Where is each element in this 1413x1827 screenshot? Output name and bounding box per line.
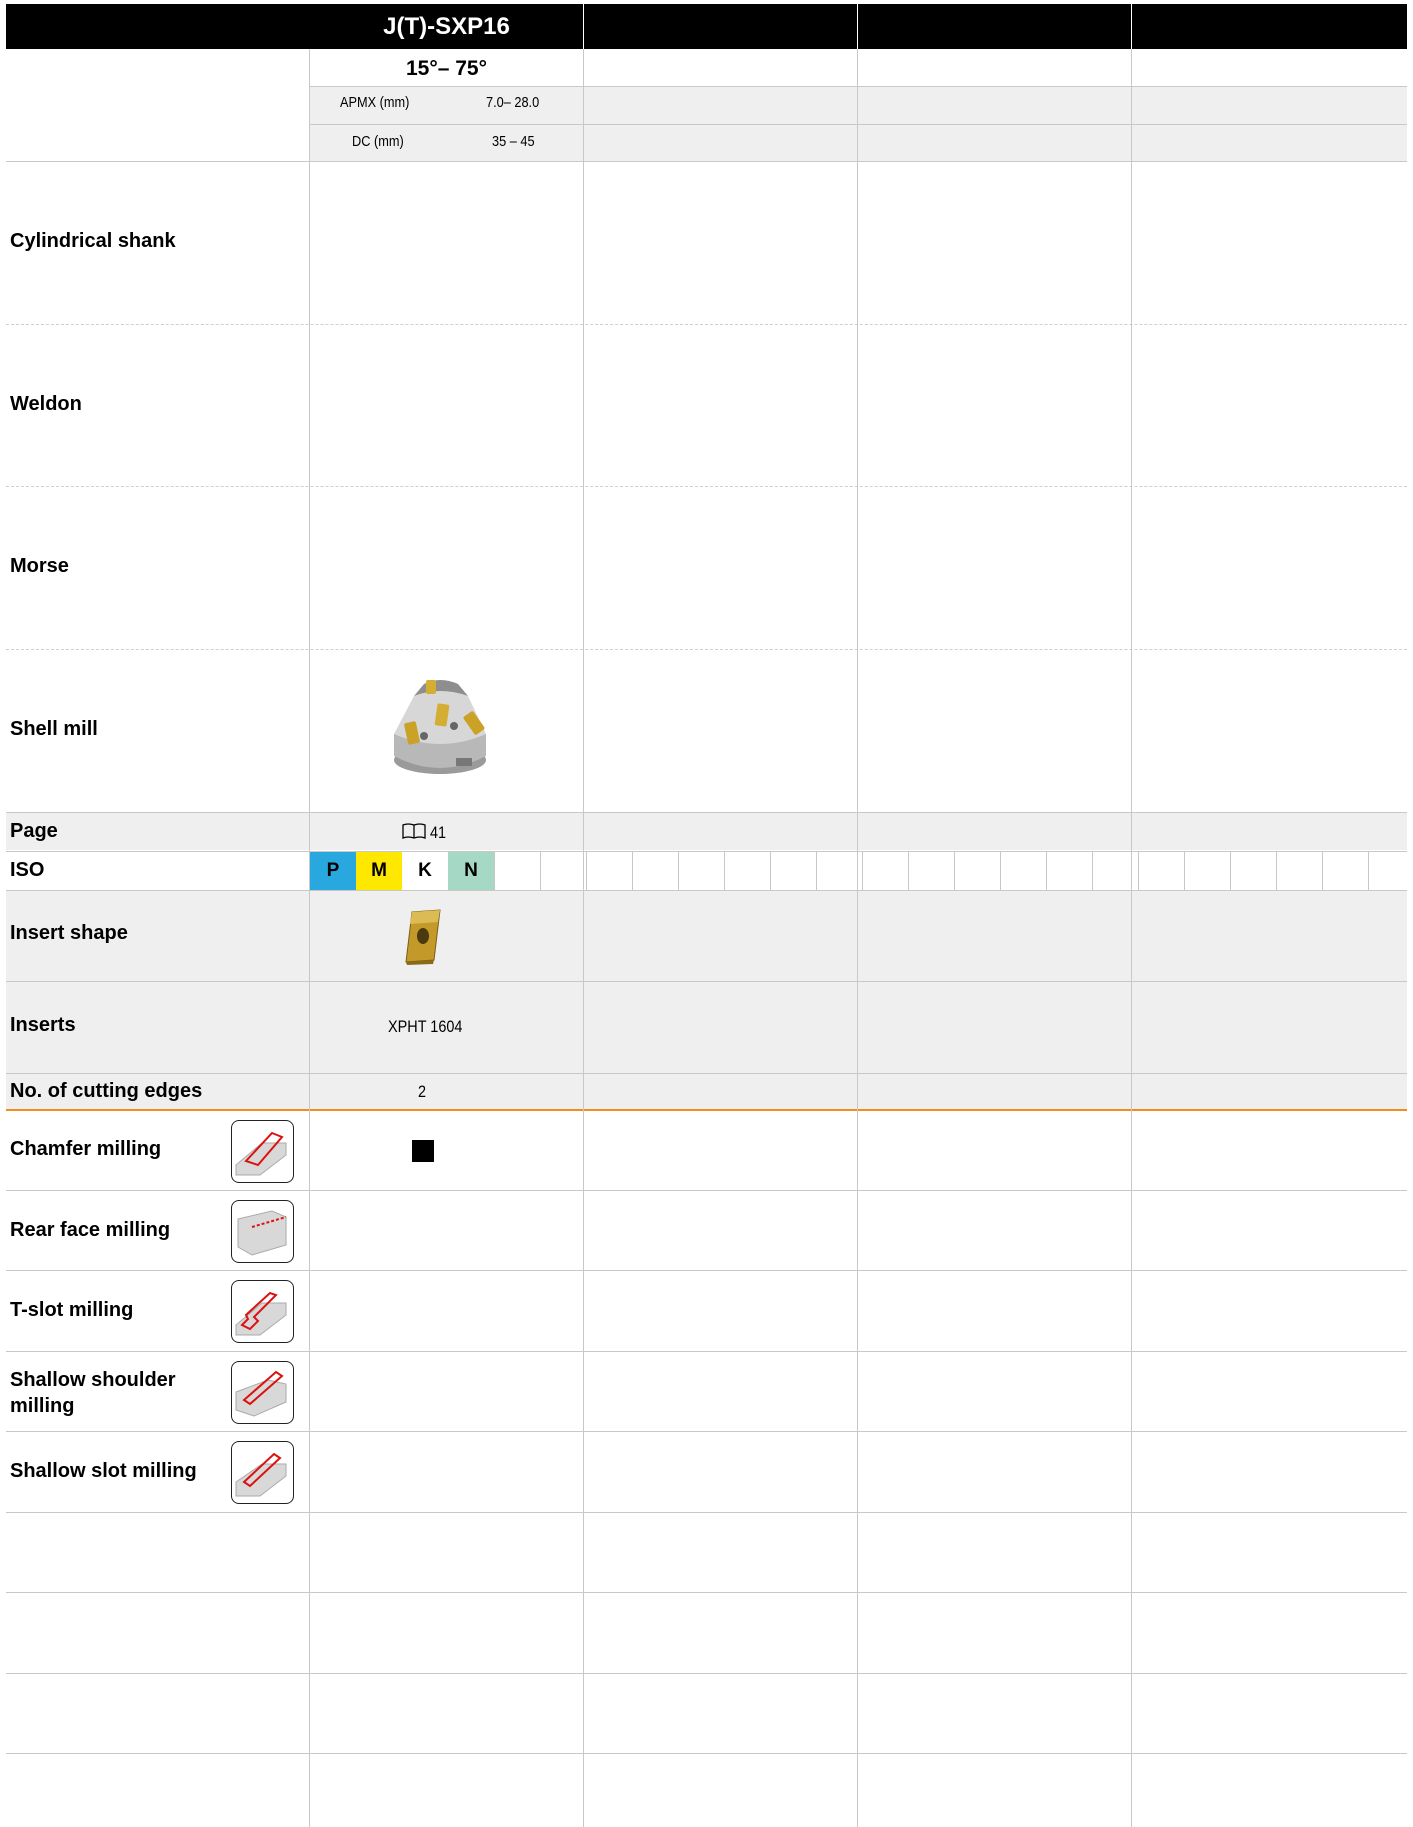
iso-grid-divider	[586, 852, 587, 890]
insert-shape-label: Insert shape	[10, 922, 128, 944]
iso-grid-divider	[724, 852, 725, 890]
operation-label-t-slot-milling: T-slot milling	[10, 1299, 134, 1321]
chamfer-milling-icon	[231, 1120, 294, 1183]
operation-label-chamfer-milling: Chamfer milling	[10, 1138, 162, 1160]
shell-mill-cutter-image	[380, 668, 510, 783]
shallow-shoulder-milling-icon	[231, 1361, 294, 1424]
iso-grid-divider	[1184, 852, 1185, 890]
insert-image	[400, 906, 446, 966]
header-bar	[6, 4, 1407, 49]
iso-grid-divider	[1276, 852, 1277, 890]
holder-label-cylindrical-shank: Cylindrical shank	[10, 230, 176, 252]
iso-grid-divider	[1322, 852, 1323, 890]
iso-grid-divider	[1138, 852, 1139, 890]
cutting-edges-label: No. of cutting edges	[10, 1080, 203, 1102]
operation-label-shallow-slot-milling: Shallow slot milling	[10, 1460, 197, 1482]
iso-grid-divider	[632, 852, 633, 890]
page-row-label: Page	[10, 820, 58, 842]
book-icon	[402, 822, 426, 840]
iso-grid-divider	[862, 852, 863, 890]
cutting-edges-value: 2	[418, 1082, 427, 1101]
holder-label-morse: Morse	[10, 555, 69, 577]
insert-designation: XPHT 1604	[388, 1017, 463, 1036]
inserts-label: Inserts	[10, 1014, 76, 1036]
operation-label-rear-face-milling: Rear face milling	[10, 1219, 171, 1241]
operation-label-shallow-shoulder-milling: Shallow shoulder milling	[10, 1369, 176, 1417]
iso-grid-divider	[540, 852, 541, 890]
t-slot-milling-icon	[231, 1280, 294, 1343]
iso-grade-p: P	[310, 852, 356, 890]
iso-grid-divider	[678, 852, 679, 890]
iso-grid-divider	[1046, 852, 1047, 890]
iso-grid-divider	[1368, 852, 1369, 890]
page-number-link[interactable]: 41	[430, 823, 446, 843]
rear-face-milling-icon	[231, 1200, 294, 1263]
shallow-slot-milling-icon	[231, 1441, 294, 1504]
holder-label-shell-mill: Shell mill	[10, 718, 98, 740]
holder-label-weldon: Weldon	[10, 393, 82, 415]
iso-grid-divider	[1230, 852, 1231, 890]
spec-label-dc: DC (mm)	[352, 133, 404, 150]
spec-value-apmx: 7.0– 28.0	[486, 94, 540, 111]
iso-row-label: ISO	[10, 859, 45, 881]
iso-grid-divider	[816, 852, 817, 890]
iso-grade-k: K	[402, 852, 448, 890]
iso-grid-divider	[1000, 852, 1001, 890]
spec-value-dc: 35 – 45	[492, 133, 535, 150]
iso-grid-divider	[908, 852, 909, 890]
iso-grid-divider	[494, 852, 495, 890]
spec-label-apmx: APMX (mm)	[340, 94, 410, 111]
angle-range: 15°– 75°	[405, 57, 488, 80]
iso-grid-divider	[770, 852, 771, 890]
chamfer-milling-supported-marker	[412, 1140, 434, 1162]
iso-grade-n: N	[448, 852, 494, 890]
iso-grid-divider	[1092, 852, 1093, 890]
section-divider	[6, 1109, 1407, 1111]
iso-grid-divider	[954, 852, 955, 890]
iso-grade-m: M	[356, 852, 402, 890]
tool-name-heading: J(T)-SXP16	[383, 13, 510, 40]
